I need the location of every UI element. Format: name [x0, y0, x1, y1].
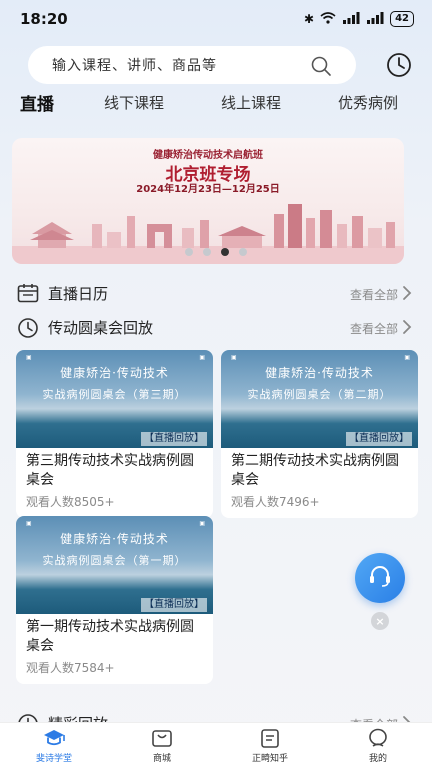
- close-icon[interactable]: ×: [371, 612, 389, 630]
- status-icons: ✱ 42: [304, 11, 414, 27]
- card-view-count: 观看人数7584+: [26, 661, 115, 675]
- chevron-right-icon[interactable]: [402, 319, 412, 339]
- logo-mark: ▣: [199, 520, 205, 527]
- bottom-nav: 斐诗学堂 商城 正畸知乎 我的: [0, 722, 432, 768]
- replay-tag: 【直播回放】: [346, 432, 412, 446]
- signal-icon: [342, 11, 360, 27]
- roundtable-section[interactable]: 传动圆桌会回放 查看全部: [0, 314, 432, 340]
- replay-tag: 【直播回放】: [141, 598, 207, 612]
- search-placeholder: 输入课程、讲师、商品等: [52, 58, 217, 74]
- nav-item-shop[interactable]: 商城: [108, 727, 216, 764]
- pagination-dot-active[interactable]: [221, 248, 229, 256]
- nav-label: 斐诗学堂: [35, 754, 72, 764]
- card-title: 第一期传动技术实战病例圆桌会: [26, 619, 194, 654]
- graduation-cap-icon: [44, 730, 65, 746]
- card-view-count: 观看人数8505+: [26, 495, 115, 509]
- logo-mark: ▣: [404, 354, 410, 361]
- thumbnail-title-line2: 实战病例圆桌会（第三期）: [42, 388, 187, 401]
- replay-card[interactable]: ▣ ▣ 健康矫治·传动技术 实战病例圆桌会（第三期） 【直播回放】 第三期传动技…: [16, 350, 213, 518]
- profile-icon: [369, 728, 387, 747]
- tab-online-courses[interactable]: 线上课程: [221, 92, 281, 113]
- status-time: 18:20: [20, 10, 68, 28]
- banner-pagination: [0, 248, 432, 258]
- banner-date: 2024年12月23日—12月25日: [136, 184, 280, 195]
- live-calendar-view-all[interactable]: 查看全部: [350, 286, 398, 303]
- replay-thumbnail[interactable]: ▣ ▣ 健康矫治·传动技术 实战病例圆桌会（第三期） 【直播回放】: [16, 350, 213, 448]
- card-title: 第二期传动技术实战病例圆桌会: [231, 453, 399, 488]
- tab-live[interactable]: 直播: [20, 90, 54, 115]
- search-icon[interactable]: [310, 55, 332, 81]
- tab-excellent-cases[interactable]: 优秀病例: [338, 92, 398, 113]
- category-tabs: 直播 线下课程 线上课程 优秀病例: [0, 90, 432, 116]
- thumbnail-title-line1: 健康矫治·传动技术: [60, 366, 169, 380]
- live-calendar-title: 直播日历: [48, 285, 109, 303]
- wifi-icon: [320, 11, 336, 27]
- roundtable-title: 传动圆桌会回放: [48, 319, 154, 337]
- pagination-dot[interactable]: [185, 248, 193, 256]
- replay-card[interactable]: ▣ ▣ 健康矫治·传动技术 实战病例圆桌会（第一期） 【直播回放】 第一期传动技…: [16, 516, 213, 684]
- calendar-icon: [17, 283, 39, 307]
- nav-item-academy[interactable]: 斐诗学堂: [0, 727, 108, 764]
- banner-subtitle: 健康矫治传动技术启航班: [153, 150, 263, 161]
- pagination-dot[interactable]: [239, 248, 247, 256]
- logo-mark: ▣: [199, 354, 205, 361]
- search-row: 输入课程、讲师、商品等: [0, 46, 432, 84]
- clock-icon: [17, 317, 39, 343]
- promo-banner[interactable]: 健康矫治传动技术启航班 北京班专场 2024年12月23日—12月25日: [12, 138, 404, 264]
- nav-item-ortho-qa[interactable]: 正畸知乎: [216, 727, 324, 764]
- live-calendar-section[interactable]: 直播日历 查看全部: [0, 280, 432, 306]
- card-view-count: 观看人数7496+: [231, 495, 320, 509]
- card-title: 第三期传动技术实战病例圆桌会: [26, 453, 194, 488]
- customer-service-button[interactable]: [355, 553, 405, 603]
- nav-item-profile[interactable]: 我的: [324, 727, 432, 764]
- history-clock-icon[interactable]: [386, 52, 412, 82]
- signal-icon-2: [366, 11, 384, 27]
- chevron-right-icon[interactable]: [402, 285, 412, 305]
- battery-indicator: 42: [390, 11, 414, 27]
- replay-tag: 【直播回放】: [141, 432, 207, 446]
- logo-mark: ▣: [231, 354, 237, 361]
- nav-label: 我的: [368, 754, 387, 764]
- replay-card[interactable]: ▣ ▣ 健康矫治·传动技术 实战病例圆桌会（第二期） 【直播回放】 第二期传动技…: [221, 350, 418, 518]
- replay-thumbnail[interactable]: ▣ ▣ 健康矫治·传动技术 实战病例圆桌会（第二期） 【直播回放】: [221, 350, 418, 448]
- nav-label: 正畸知乎: [251, 754, 288, 764]
- document-icon: [261, 729, 279, 748]
- thumbnail-title-line2: 实战病例圆桌会（第二期）: [247, 388, 392, 401]
- shop-icon: [152, 730, 172, 747]
- search-input[interactable]: 输入课程、讲师、商品等: [28, 46, 356, 84]
- logo-mark: ▣: [26, 520, 32, 527]
- logo-mark: ▣: [26, 354, 32, 361]
- tab-offline-courses[interactable]: 线下课程: [104, 92, 164, 113]
- pagination-dot[interactable]: [203, 248, 211, 256]
- replay-thumbnail[interactable]: ▣ ▣ 健康矫治·传动技术 实战病例圆桌会（第一期） 【直播回放】: [16, 516, 213, 614]
- roundtable-view-all[interactable]: 查看全部: [350, 320, 398, 337]
- nav-label: 商城: [152, 754, 171, 764]
- thumbnail-title-line1: 健康矫治·传动技术: [265, 366, 374, 380]
- thumbnail-title-line1: 健康矫治·传动技术: [60, 532, 169, 546]
- thumbnail-title-line2: 实战病例圆桌会（第一期）: [42, 554, 187, 567]
- headset-icon: [367, 563, 393, 593]
- status-bar: 18:20 ✱ 42: [0, 0, 432, 38]
- bluetooth-icon: ✱: [304, 12, 315, 26]
